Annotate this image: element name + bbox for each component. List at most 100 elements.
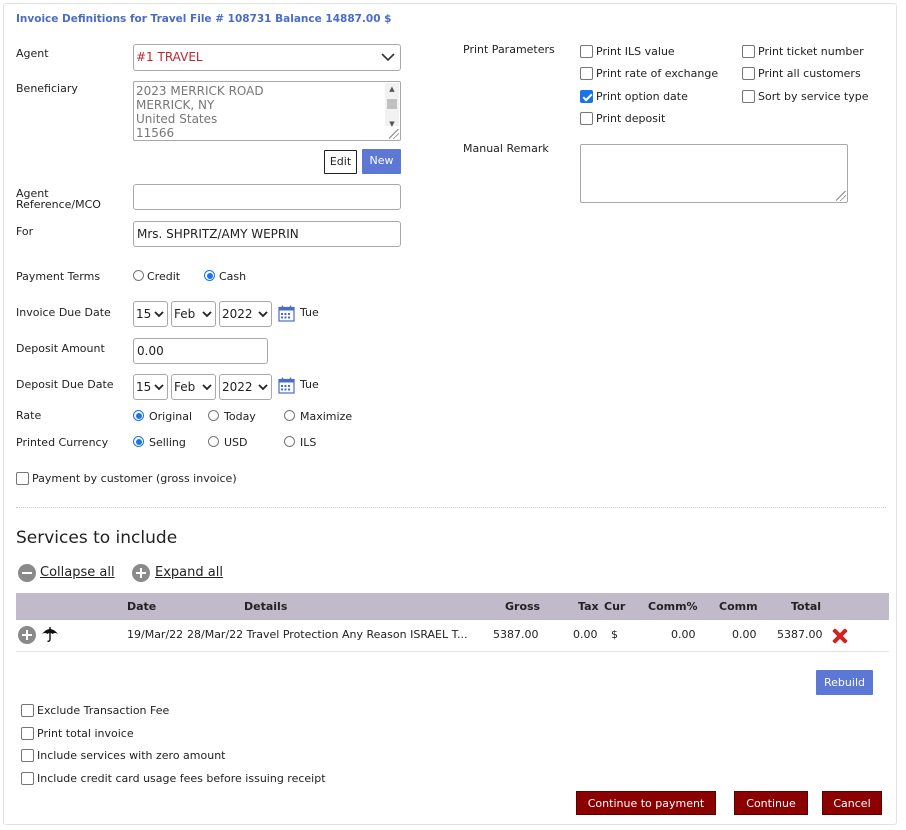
continue-to-payment-button[interactable]: Continue to payment bbox=[576, 791, 716, 815]
invoice-due-weekday: Tue bbox=[300, 306, 319, 319]
print-deposit-checkbox[interactable] bbox=[580, 112, 593, 125]
agent-select[interactable]: #1 TRAVEL bbox=[133, 44, 401, 71]
calendar-icon[interactable] bbox=[278, 305, 295, 322]
print-total-invoice-checkbox[interactable] bbox=[21, 727, 34, 740]
chevron-down-icon bbox=[258, 311, 268, 318]
expand-icon[interactable] bbox=[132, 564, 150, 582]
invoice-due-month-value: Feb bbox=[174, 307, 196, 321]
print-total-invoice-label: Print total invoice bbox=[37, 727, 134, 740]
agent-reference-input[interactable] bbox=[133, 184, 401, 210]
col-comm: Comm bbox=[719, 600, 758, 613]
new-button[interactable]: New bbox=[362, 149, 401, 174]
beneficiary-scrollbar[interactable]: ▲ ▼ bbox=[385, 83, 399, 128]
section-divider bbox=[16, 507, 886, 508]
chevron-down-icon bbox=[154, 311, 164, 318]
expand-row-icon[interactable] bbox=[18, 626, 36, 644]
payment-terms-credit-radio[interactable] bbox=[133, 270, 144, 281]
row-details: 28/Mar/22 Travel Protection Any Reason I… bbox=[187, 628, 468, 641]
rate-today-radio[interactable] bbox=[208, 410, 219, 421]
row-total: 5387.00 bbox=[777, 628, 823, 641]
deposit-amount-input[interactable]: 0.00 bbox=[133, 338, 268, 364]
deposit-due-month-value: Feb bbox=[174, 380, 196, 394]
invoice-due-month-select[interactable]: Feb bbox=[171, 301, 216, 327]
rate-original-radio[interactable] bbox=[133, 410, 144, 421]
collapse-icon[interactable] bbox=[18, 564, 36, 582]
deposit-due-weekday: Tue bbox=[300, 378, 319, 391]
delete-icon[interactable] bbox=[831, 627, 849, 645]
invoice-due-year-select[interactable]: 2022 bbox=[219, 301, 272, 327]
print-option-date-checkbox[interactable] bbox=[580, 90, 593, 103]
invoice-due-day-select[interactable]: 15 bbox=[133, 301, 168, 327]
print-rate-of-exchange-checkbox[interactable] bbox=[580, 67, 593, 80]
col-tax: Tax bbox=[578, 600, 599, 613]
col-cur: Cur bbox=[604, 600, 626, 613]
rate-today-label: Today bbox=[224, 410, 256, 423]
collapse-all-link[interactable]: Collapse all bbox=[40, 565, 115, 580]
currency-ils-radio[interactable] bbox=[284, 436, 295, 447]
sort-by-service-type-checkbox[interactable] bbox=[742, 90, 755, 103]
rate-maximize-radio[interactable] bbox=[284, 410, 295, 421]
print-all-customers-checkbox[interactable] bbox=[742, 67, 755, 80]
include-cc-fees-label: Include credit card usage fees before is… bbox=[37, 772, 326, 785]
edit-button[interactable]: Edit bbox=[324, 150, 357, 174]
print-ticket-number-checkbox[interactable] bbox=[742, 45, 755, 58]
deposit-due-day-select[interactable]: 15 bbox=[133, 374, 168, 400]
payment-by-customer-checkbox[interactable] bbox=[16, 472, 29, 485]
chevron-down-icon bbox=[258, 384, 268, 391]
resize-grip-icon[interactable] bbox=[836, 191, 846, 201]
agent-reference-label: Agent Reference/MCO bbox=[16, 187, 101, 211]
payment-terms-cash-radio[interactable] bbox=[204, 270, 215, 281]
manual-remark-label: Manual Remark bbox=[463, 142, 549, 155]
currency-usd-radio[interactable] bbox=[208, 436, 219, 447]
rate-original-label: Original bbox=[149, 410, 193, 423]
include-cc-fees-checkbox[interactable] bbox=[21, 772, 34, 785]
chevron-down-icon bbox=[381, 53, 395, 62]
exclude-transaction-fee-label: Exclude Transaction Fee bbox=[37, 704, 170, 717]
beneficiary-textarea[interactable]: 2023 MERRICK ROAD MERRICK, NY United Sta… bbox=[133, 81, 401, 141]
row-divider bbox=[16, 651, 889, 652]
payment-by-customer-label: Payment by customer (gross invoice) bbox=[32, 472, 237, 485]
row-comm: 0.00 bbox=[732, 628, 757, 641]
continue-button[interactable]: Continue bbox=[734, 791, 808, 815]
currency-selling-radio[interactable] bbox=[133, 436, 144, 447]
row-cur: $ bbox=[611, 628, 618, 641]
row-comm-pct: 0.00 bbox=[671, 628, 696, 641]
deposit-due-day-value: 15 bbox=[136, 380, 152, 394]
col-comm-pct: Comm% bbox=[648, 600, 698, 613]
resize-grip-icon[interactable] bbox=[389, 129, 399, 139]
print-rate-of-exchange-label: Print rate of exchange bbox=[596, 67, 719, 80]
print-ils-value-checkbox[interactable] bbox=[580, 45, 593, 58]
deposit-due-year-select[interactable]: 2022 bbox=[219, 374, 272, 400]
scroll-down-icon[interactable]: ▼ bbox=[385, 120, 399, 128]
agent-label: Agent bbox=[16, 47, 49, 60]
col-date: Date bbox=[127, 600, 157, 613]
rebuild-button[interactable]: Rebuild bbox=[816, 670, 873, 695]
payment-terms-credit-label: Credit bbox=[147, 270, 181, 283]
deposit-due-year-value: 2022 bbox=[222, 380, 253, 394]
col-gross: Gross bbox=[505, 600, 541, 613]
expand-all-link[interactable]: Expand all bbox=[155, 565, 223, 580]
include-zero-amount-checkbox[interactable] bbox=[21, 749, 34, 762]
currency-selling-label: Selling bbox=[149, 436, 186, 449]
calendar-icon[interactable] bbox=[278, 377, 295, 394]
rate-label: Rate bbox=[16, 409, 42, 422]
for-input[interactable]: Mrs. SHPRITZ/AMY WEPRIN bbox=[133, 221, 401, 247]
print-ils-value-label: Print ILS value bbox=[596, 45, 675, 58]
print-deposit-label: Print deposit bbox=[596, 112, 666, 125]
col-total: Total bbox=[791, 600, 822, 613]
deposit-amount-label: Deposit Amount bbox=[16, 342, 105, 355]
umbrella-icon bbox=[42, 627, 58, 642]
scroll-thumb[interactable] bbox=[387, 99, 397, 109]
scroll-up-icon[interactable]: ▲ bbox=[385, 85, 399, 93]
page-title: Invoice Definitions for Travel File # 10… bbox=[16, 13, 392, 25]
services-title: Services to include bbox=[16, 528, 178, 548]
chevron-down-icon bbox=[202, 311, 212, 318]
beneficiary-value: 2023 MERRICK ROAD MERRICK, NY United Sta… bbox=[136, 84, 264, 140]
sort-by-service-type-label: Sort by service type bbox=[758, 90, 869, 103]
exclude-transaction-fee-checkbox[interactable] bbox=[21, 704, 34, 717]
deposit-due-month-select[interactable]: Feb bbox=[171, 374, 216, 400]
manual-remark-textarea[interactable] bbox=[580, 144, 848, 203]
cancel-button[interactable]: Cancel bbox=[822, 791, 882, 815]
currency-usd-label: USD bbox=[224, 436, 248, 449]
beneficiary-label: Beneficiary bbox=[16, 82, 78, 95]
